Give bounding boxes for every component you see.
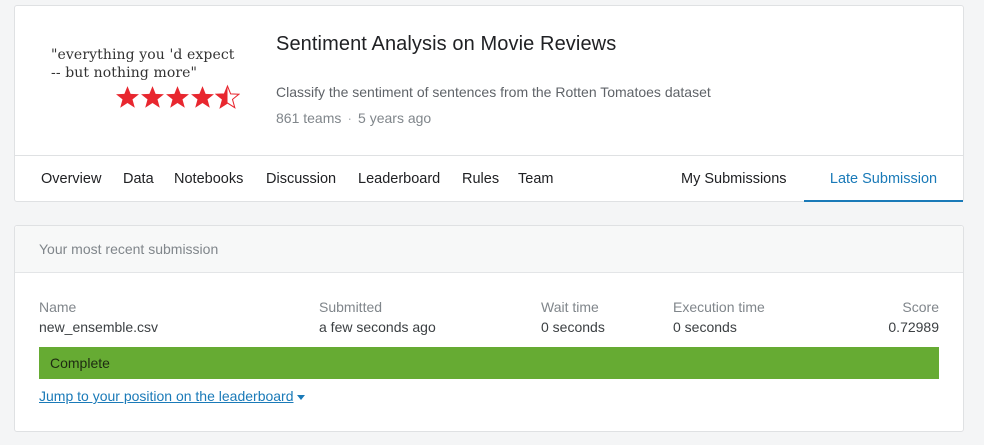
execution-time-label: Execution time xyxy=(673,299,765,315)
competition-hero: "everything you 'd expect -- but nothing… xyxy=(15,6,963,155)
competition-meta: 861 teams · 5 years ago xyxy=(276,110,431,126)
recent-submission-card: Your most recent submission Name new_ens… xyxy=(14,225,964,432)
competition-description: Classify the sentiment of sentences from… xyxy=(276,84,711,100)
column-submitted: Submitted a few seconds ago xyxy=(319,299,436,335)
score-value: 0.72989 xyxy=(888,319,939,335)
star-full-icon xyxy=(166,86,189,108)
competition-header-card: "everything you 'd expect -- but nothing… xyxy=(14,5,964,202)
competition-age: 5 years ago xyxy=(358,110,432,126)
tab-overview[interactable]: Overview xyxy=(41,156,101,202)
wait-time-value: 0 seconds xyxy=(541,319,605,335)
tab-team[interactable]: Team xyxy=(518,156,553,202)
star-half-icon xyxy=(215,84,240,109)
star-full-icon xyxy=(141,86,164,108)
name-label: Name xyxy=(39,299,77,315)
submission-card-header: Your most recent submission xyxy=(15,226,963,273)
submission-status-bar: Complete xyxy=(39,347,939,379)
tab-notebooks[interactable]: Notebooks xyxy=(174,156,243,202)
column-execution-time: Execution time 0 seconds xyxy=(673,299,765,335)
tab-leaderboard[interactable]: Leaderboard xyxy=(358,156,440,202)
jump-to-leaderboard-link[interactable]: Jump to your position on the leaderboard xyxy=(39,388,305,404)
execution-time-value: 0 seconds xyxy=(673,319,737,335)
column-name: Name new_ensemble.csv xyxy=(39,299,158,335)
caret-down-icon xyxy=(296,394,305,400)
submitted-label: Submitted xyxy=(319,299,383,315)
rating-stars xyxy=(115,84,240,110)
tab-discussion[interactable]: Discussion xyxy=(266,156,336,202)
column-wait-time: Wait time 0 seconds xyxy=(541,299,605,335)
wait-time-label: Wait time xyxy=(541,299,599,315)
tab-data[interactable]: Data xyxy=(123,156,154,202)
competition-tabs: Overview Data Notebooks Discussion Leade… xyxy=(15,155,963,202)
submission-file-name: new_ensemble.csv xyxy=(39,319,159,335)
star-full-icon xyxy=(116,86,139,108)
tab-my-submissions[interactable]: My Submissions xyxy=(681,156,787,202)
submission-heading: Your most recent submission xyxy=(39,241,219,257)
column-score: Score 0.72989 xyxy=(888,299,939,335)
tab-late-submission[interactable]: Late Submission xyxy=(804,156,963,202)
thumbnail-quote: "everything you 'd expect -- but nothing… xyxy=(51,47,235,81)
teams-count: 861 teams xyxy=(276,110,342,126)
status-text: Complete xyxy=(50,355,110,371)
score-label: Score xyxy=(902,299,939,315)
star-full-icon xyxy=(191,86,214,108)
jump-link-text: Jump to your position on the leaderboard xyxy=(39,388,294,404)
meta-separator: · xyxy=(347,110,353,126)
competition-title: Sentiment Analysis on Movie Reviews xyxy=(276,33,617,55)
competition-thumbnail: "everything you 'd expect -- but nothing… xyxy=(51,46,251,122)
submitted-value: a few seconds ago xyxy=(319,319,436,335)
tab-rules[interactable]: Rules xyxy=(462,156,499,202)
